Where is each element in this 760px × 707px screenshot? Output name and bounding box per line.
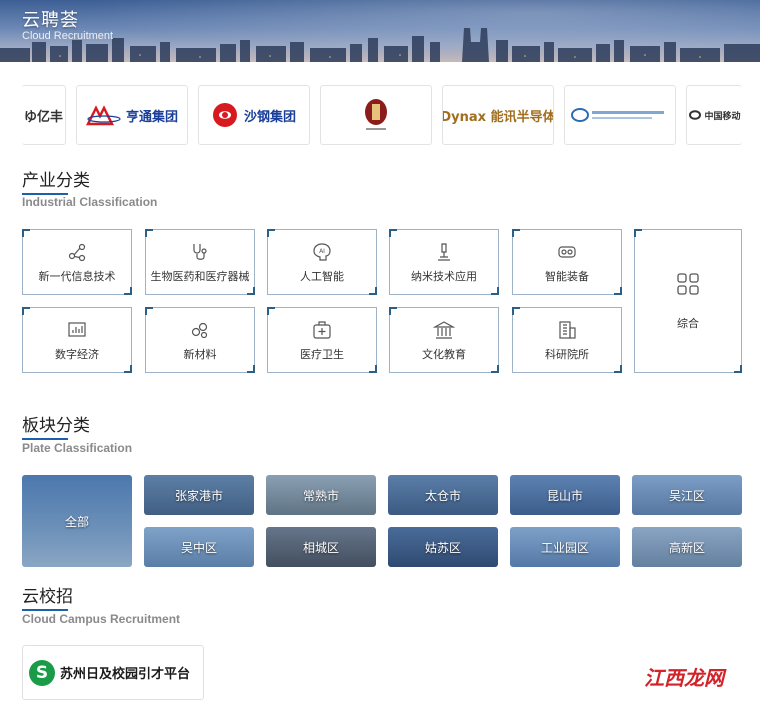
industry-title-text: 产业分类: [22, 171, 90, 191]
plate-card-changshu[interactable]: 常熟市: [266, 475, 376, 515]
plate-label: 全部: [64, 514, 89, 529]
industry-label: 人工智能: [300, 269, 344, 283]
industry-section-title: 产业分类: [22, 166, 90, 195]
office-icon: [559, 320, 576, 339]
company-logo-carousel[interactable]: ゆ亿丰 亨通集团 沙钢集团 Dynax 能讯半导体 中国移动: [22, 84, 742, 148]
header-banner: 云聘荟 Cloud Recruitment: [0, 0, 760, 62]
seal-logo-icon: [365, 99, 387, 130]
plate-label: 姑苏区: [424, 540, 461, 555]
industry-section-subtitle: Industrial Classification: [22, 195, 158, 209]
plate-card-xiangcheng[interactable]: 相城区: [266, 527, 376, 567]
industry-card-biomed[interactable]: 生物医药和医疗器械: [145, 229, 255, 295]
site-watermark: 江西龙网: [644, 666, 724, 690]
medical-kit-icon: [313, 320, 331, 339]
grid-icon: [677, 273, 699, 295]
vr-headset-icon: [558, 245, 576, 258]
network-icon: [68, 243, 86, 261]
molecule-icon: [191, 322, 208, 338]
company-logo-hengtong[interactable]: 亨通集团: [76, 85, 188, 145]
industry-card-digital-economy[interactable]: 数字经济: [22, 307, 132, 373]
company-logo-blue[interactable]: [564, 85, 676, 145]
plate-card-wujiang[interactable]: 吴江区: [632, 475, 742, 515]
plate-label: 相城区: [302, 540, 339, 555]
industry-label: 医疗卫生: [300, 347, 344, 361]
banner-subtitle: Cloud Recruitment: [22, 30, 114, 42]
industry-label: 文化教育: [422, 347, 466, 361]
plate-card-all[interactable]: 全部: [22, 475, 132, 567]
banner-title: 云聘荟: [22, 10, 79, 31]
stethoscope-icon: [193, 243, 207, 260]
plate-title-text: 板块分类: [22, 416, 90, 436]
campus-title-text: 云校招: [22, 587, 73, 607]
plate-label: 工业园区: [540, 540, 589, 555]
company-logo-yifeng[interactable]: ゆ亿丰: [22, 85, 66, 145]
plate-card-industrial-park[interactable]: 工业园区: [510, 527, 620, 567]
industry-card-general[interactable]: 综合: [634, 229, 742, 373]
industry-label: 科研院所: [545, 347, 589, 361]
industry-card-smart-equipment[interactable]: 智能装备: [512, 229, 622, 295]
building-icon: [433, 320, 455, 339]
blue-company-logo-icon: [571, 108, 664, 122]
industry-label: 智能装备: [545, 269, 589, 283]
plate-label: 高新区: [668, 540, 705, 555]
company-logo-text: Dynax 能讯半导体: [442, 109, 554, 125]
industry-label: 数字经济: [55, 347, 99, 361]
industry-label: 新一代信息技术: [38, 269, 116, 283]
industry-card-nano[interactable]: 纳米技术应用: [389, 229, 499, 295]
shagang-logo-icon: [212, 103, 237, 127]
industry-card-ai[interactable]: AI 人工智能: [267, 229, 377, 295]
plate-label: 张家港市: [174, 488, 223, 503]
chart-icon: [68, 321, 86, 337]
plate-section-title: 板块分类: [22, 411, 90, 440]
company-logo-seal[interactable]: [320, 85, 432, 145]
company-logo-text: ゆ亿丰: [23, 109, 63, 125]
campus-platform-name: 苏州日及校园引才平台: [60, 667, 191, 682]
plate-card-wuzhong[interactable]: 吴中区: [144, 527, 254, 567]
plate-label: 常熟市: [302, 488, 339, 503]
plate-card-zhangjiagang[interactable]: 张家港市: [144, 475, 254, 515]
plate-section-subtitle: Plate Classification: [22, 441, 133, 455]
industry-card-culture-education[interactable]: 文化教育: [389, 307, 499, 373]
campus-section-subtitle: Cloud Campus Recruitment: [22, 612, 181, 626]
plate-card-gusu[interactable]: 姑苏区: [388, 527, 498, 567]
company-logo-text: 中国移动: [704, 111, 741, 122]
company-logo-text: 亨通集团: [125, 109, 178, 125]
plate-card-taicang[interactable]: 太仓市: [388, 475, 498, 515]
industry-card-it[interactable]: 新一代信息技术: [22, 229, 132, 295]
company-logo-shagang[interactable]: 沙钢集团: [198, 85, 310, 145]
hengtong-logo-icon: [85, 105, 121, 126]
plate-card-hi-tech-zone[interactable]: 高新区: [632, 527, 742, 567]
plate-label: 吴江区: [668, 488, 705, 503]
plate-label: 吴中区: [180, 540, 217, 555]
industry-label: 综合: [677, 317, 699, 330]
company-logo-text: 沙钢集团: [243, 109, 296, 125]
industry-label: 生物医药和医疗器械: [150, 269, 250, 283]
industry-label: 纳米技术应用: [411, 269, 477, 283]
svg-text:AI: AI: [319, 248, 325, 255]
industry-card-research[interactable]: 科研院所: [512, 307, 622, 373]
china-mobile-logo-icon: [689, 110, 702, 120]
company-logo-dynax[interactable]: Dynax 能讯半导体: [442, 85, 554, 145]
city-skyline-image: [0, 28, 760, 62]
industry-card-new-materials[interactable]: 新材料: [145, 307, 255, 373]
campus-section-title: 云校招: [22, 582, 73, 611]
ai-icon: AI: [313, 242, 331, 261]
plate-label: 太仓市: [424, 488, 461, 503]
industry-card-healthcare[interactable]: 医疗卫生: [267, 307, 377, 373]
title-underline: [22, 609, 68, 611]
campus-logo-icon: S: [29, 659, 55, 686]
plate-card-kunshan[interactable]: 昆山市: [510, 475, 620, 515]
plate-label: 昆山市: [546, 488, 583, 503]
campus-platform-card[interactable]: S 苏州日及校园引才平台: [22, 645, 204, 700]
industry-label: 新材料: [183, 347, 217, 361]
microscope-icon: [438, 242, 450, 261]
company-logo-chinamobile[interactable]: 中国移动: [686, 85, 742, 145]
title-underline: [22, 438, 68, 440]
